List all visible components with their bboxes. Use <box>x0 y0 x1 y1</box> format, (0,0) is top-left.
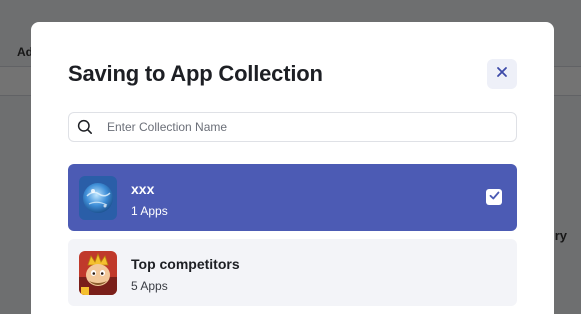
modal-title: Saving to App Collection <box>68 61 323 86</box>
close-icon <box>496 65 508 83</box>
collection-app-count: 5 Apps <box>131 279 168 293</box>
check-icon <box>489 188 500 206</box>
collection-name-input[interactable] <box>107 120 507 134</box>
collection-search-box[interactable] <box>68 112 517 142</box>
collection-checkbox[interactable] <box>486 189 502 205</box>
close-button[interactable] <box>487 59 517 89</box>
save-to-collection-modal: Saving to App Collection Enter Collectio… <box>31 22 554 314</box>
collection-name: Top competitors <box>131 256 240 272</box>
search-icon <box>77 119 93 135</box>
collection-item-top-competitors[interactable]: Top competitors 5 Apps <box>68 239 517 306</box>
king-character-app-icon <box>79 251 117 295</box>
collection-app-count: 1 Apps <box>131 204 168 218</box>
collection-name: xxx <box>131 181 155 197</box>
collection-item-xxx[interactable]: xxx 1 Apps <box>68 164 517 231</box>
globe-app-icon <box>79 176 117 220</box>
